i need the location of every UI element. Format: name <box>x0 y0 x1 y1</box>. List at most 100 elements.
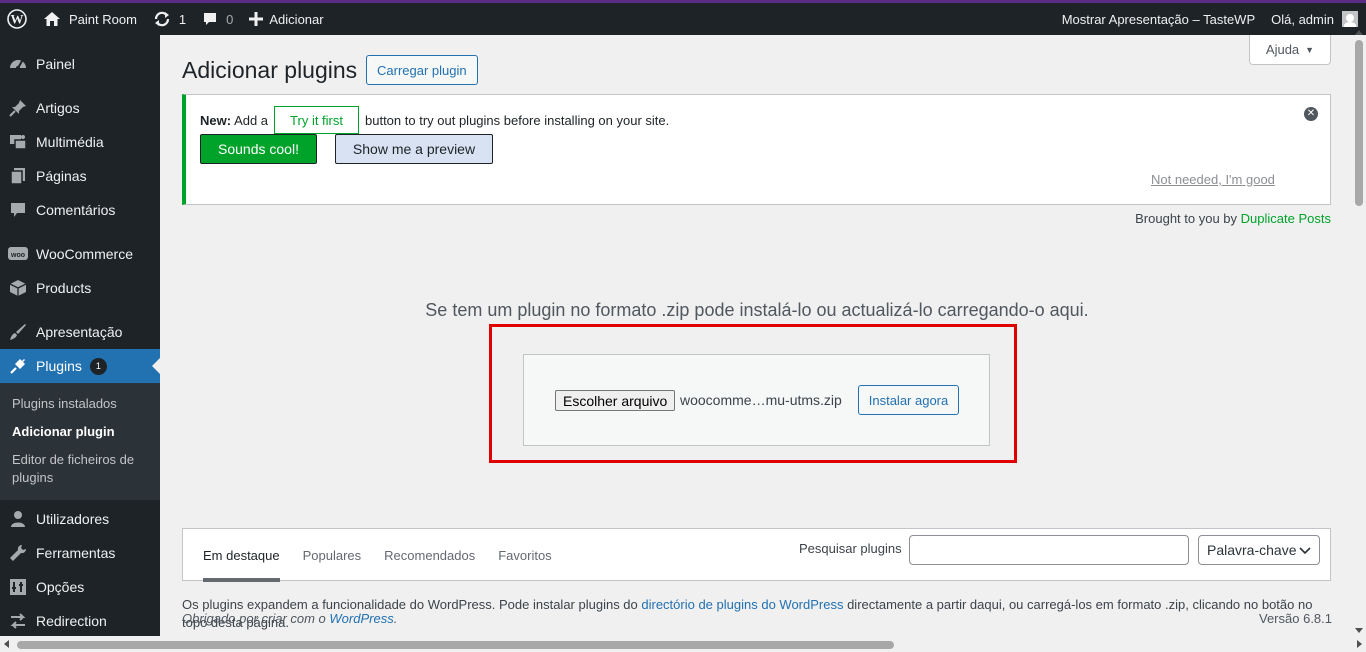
submenu-installed-plugins[interactable]: Plugins instalados <box>0 390 160 418</box>
updates-count: 1 <box>178 11 187 27</box>
sidebar-item-users[interactable]: Utilizadores <box>0 502 160 536</box>
brought-prefix: Brought to you by <box>1135 211 1238 226</box>
sidebar-item-label: Artigos <box>36 100 80 116</box>
sidebar-item-dashboard[interactable]: Painel <box>0 47 160 81</box>
users-icon <box>8 509 28 529</box>
sidebar-item-label: Opções <box>36 579 85 595</box>
media-icon <box>8 132 28 152</box>
archive-icon <box>8 278 28 298</box>
sidebar-item-plugins[interactable]: Plugins 1 <box>0 349 160 383</box>
scroll-down-icon[interactable] <box>1355 628 1363 633</box>
sidebar-item-label: Plugins <box>36 358 82 374</box>
sidebar-item-posts[interactable]: Artigos <box>0 91 160 125</box>
pages-icon <box>8 166 28 186</box>
caret-down-icon: ▼ <box>1305 44 1315 55</box>
sounds-cool-button[interactable]: Sounds cool! <box>200 134 317 164</box>
horizontal-scrollbar[interactable] <box>0 636 1366 652</box>
sidebar-item-tools[interactable]: Ferramentas <box>0 536 160 570</box>
try-it-first-button[interactable]: Try it first <box>274 106 359 134</box>
close-icon[interactable]: ✕ <box>1304 107 1318 121</box>
notice-add-a: Add a <box>234 112 269 128</box>
plugin-icon <box>8 356 28 376</box>
vertical-scrollbar[interactable] <box>1352 30 1366 636</box>
submenu-plugin-file-editor[interactable]: Editor de ficheiros de plugins <box>0 446 160 492</box>
user-account-link[interactable]: Olá, admin <box>1263 3 1366 35</box>
comments-icon <box>8 200 28 220</box>
scroll-left-icon[interactable] <box>4 640 9 648</box>
notice-text: New: Add a Try it first button to try ou… <box>200 106 669 134</box>
wp-version: Versão 6.8.1 <box>1259 611 1332 626</box>
duplicate-posts-notice: New: Add a Try it first button to try ou… <box>182 94 1331 205</box>
footer-text: Obrigado por criar com o <box>182 611 330 626</box>
sidebar-item-label: Painel <box>36 56 75 72</box>
footer-end: . <box>393 611 398 626</box>
sidebar-item-settings[interactable]: Opções <box>0 570 160 604</box>
admin-bar: W Paint Room 1 0 Adicionar Mostrar Apres… <box>0 3 1366 35</box>
sidebar-item-media[interactable]: Multimédia <box>0 125 160 159</box>
show-presentation-link[interactable]: Mostrar Apresentação – TasteWP <box>1054 3 1263 35</box>
plugins-update-badge: 1 <box>89 357 107 375</box>
show-preview-button[interactable]: Show me a preview <box>335 134 493 164</box>
comments-count: 0 <box>226 11 234 27</box>
help-label: Ajuda <box>1265 42 1300 57</box>
sidebar-item-label: Apresentação <box>36 324 123 340</box>
search-plugins-label: Pesquisar plugins <box>799 541 902 556</box>
sidebar-item-appearance[interactable]: Apresentação <box>0 315 160 349</box>
sidebar-item-label: Products <box>36 280 92 296</box>
settings-icon <box>8 577 28 597</box>
tab-recommended[interactable]: Recomendados <box>384 529 475 581</box>
submenu-add-plugin[interactable]: Adicionar plugin <box>0 418 160 446</box>
scroll-right-icon[interactable] <box>1357 640 1362 648</box>
redirection-icon <box>8 611 28 631</box>
not-needed-link[interactable]: Not needed, I'm good <box>1151 172 1275 187</box>
tools-icon <box>8 543 28 563</box>
horizontal-scroll-thumb[interactable] <box>17 641 894 649</box>
brought-to-you: Brought to you by Duplicate Posts <box>1135 211 1331 226</box>
sidebar-item-pages[interactable]: Páginas <box>0 159 160 193</box>
desc-text-before: Os plugins expandem a funcionalidade do … <box>182 597 642 612</box>
wordpress-logo-icon[interactable]: W <box>0 3 34 35</box>
scroll-up-icon[interactable] <box>1355 30 1363 35</box>
plugins-submenu: Plugins instalados Adicionar plugin Edit… <box>0 383 160 500</box>
install-now-button[interactable]: Instalar agora <box>858 385 959 415</box>
selected-file-name: woocomme…mu-utms.zip <box>680 392 842 408</box>
sidebar-item-redirection[interactable]: Redirection <box>0 604 160 638</box>
sidebar-item-label: Ferramentas <box>36 545 116 561</box>
wordpress-link[interactable]: WordPress <box>329 611 393 626</box>
duplicate-posts-link[interactable]: Duplicate Posts <box>1241 211 1331 226</box>
woo-icon: woo <box>8 244 28 264</box>
tab-favorites[interactable]: Favoritos <box>498 529 551 581</box>
search-type-select[interactable]: Palavra-chave <box>1198 535 1320 565</box>
comments-link[interactable]: 0 <box>194 3 241 35</box>
updates-icon <box>154 11 170 27</box>
sidebar-item-comments[interactable]: Comentários <box>0 193 160 227</box>
help-tab-button[interactable]: Ajuda ▼ <box>1249 35 1331 65</box>
upload-plugin-button[interactable]: Carregar plugin <box>366 55 478 85</box>
svg-text:woo: woo <box>10 252 25 259</box>
site-name-link[interactable]: Paint Room <box>34 3 145 35</box>
sidebar-item-label: Redirection <box>36 613 107 629</box>
sidebar-item-label: Comentários <box>36 202 116 218</box>
site-name: Paint Room <box>69 11 137 27</box>
avatar <box>1342 11 1358 27</box>
tab-featured[interactable]: Em destaque <box>203 529 280 582</box>
sidebar-item-woocommerce[interactable]: woo WooCommerce <box>0 237 160 271</box>
plugin-directory-link[interactable]: directório de plugins do WordPress <box>641 597 843 612</box>
dashboard-icon <box>8 54 28 74</box>
upload-instructions: Se tem um plugin no formato .zip pode in… <box>425 300 1089 320</box>
chevron-down-icon <box>1299 547 1311 555</box>
search-plugins-input[interactable] <box>909 535 1189 565</box>
sidebar-item-label: Multimédia <box>36 134 104 150</box>
new-content-link[interactable]: Adicionar <box>241 3 331 35</box>
updates-link[interactable]: 1 <box>145 3 194 35</box>
plus-icon <box>249 12 264 26</box>
sidebar-item-products[interactable]: Products <box>0 271 160 305</box>
user-greeting: Olá, admin <box>1271 11 1334 27</box>
upload-plugin-form: Escolher arquivo woocomme…mu-utms.zip In… <box>523 354 990 446</box>
vertical-scroll-thumb[interactable] <box>1355 40 1363 206</box>
choose-file-button[interactable]: Escolher arquivo <box>555 390 676 411</box>
footer-thanks: Obrigado por criar com o WordPress. <box>182 611 397 626</box>
plugin-filter-bar: Em destaque Populares Recomendados Favor… <box>182 528 1331 582</box>
sidebar-item-label: Páginas <box>36 168 87 184</box>
tab-popular[interactable]: Populares <box>303 529 362 581</box>
